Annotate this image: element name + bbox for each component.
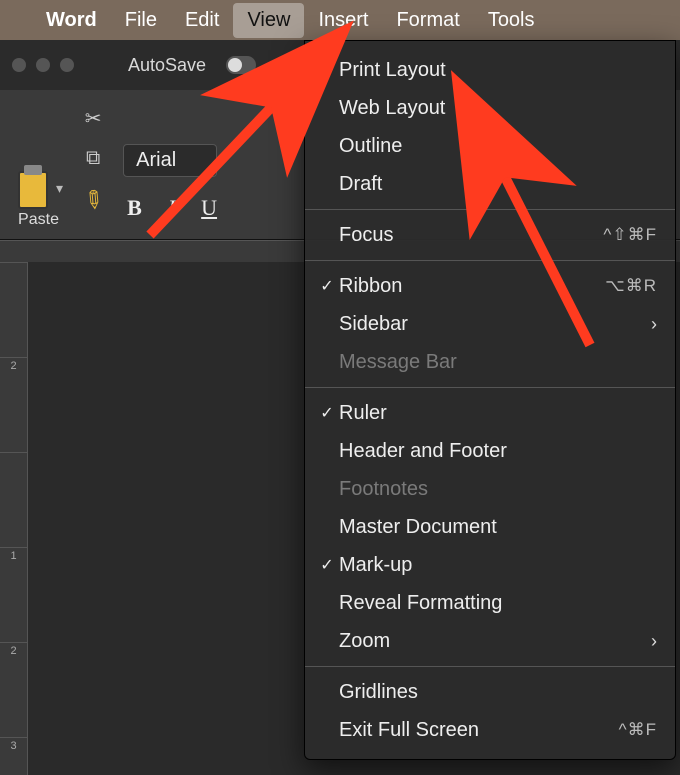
menu-item-ruler[interactable]: ✓Ruler [305, 394, 675, 432]
chevron-right-icon: › [651, 314, 657, 335]
menu-separator [305, 209, 675, 210]
menu-shortcut: ^⇧⌘F [603, 225, 657, 245]
menu-item-message-bar: Message Bar [305, 343, 675, 381]
close-icon[interactable] [12, 58, 26, 72]
menu-app[interactable]: Word [32, 3, 111, 38]
paste-group: ▾ Paste [14, 165, 63, 229]
menu-item-focus[interactable]: Focus^⇧⌘F [305, 216, 675, 254]
autosave-toggle[interactable] [226, 56, 256, 74]
menu-item-label: Sidebar [339, 313, 651, 336]
chevron-down-icon[interactable]: ▾ [56, 180, 63, 197]
menu-separator [305, 666, 675, 667]
check-icon: ✓ [315, 276, 339, 296]
menu-item-label: Ribbon [339, 275, 605, 298]
menu-item-ribbon[interactable]: ✓Ribbon⌥⌘R [305, 267, 675, 305]
menu-item-label: Exit Full Screen [339, 719, 619, 742]
chevron-right-icon: › [651, 631, 657, 652]
menu-item-master-document[interactable]: Master Document [305, 508, 675, 546]
menu-item-label: Message Bar [339, 351, 657, 374]
underline-button[interactable]: U [201, 195, 217, 221]
zoom-icon[interactable] [60, 58, 74, 72]
clipboard-side-icons: ✂ ⧉ ✎ [83, 106, 103, 215]
menu-item-mark-up[interactable]: ✓Mark-up [305, 546, 675, 584]
minimize-icon[interactable] [36, 58, 50, 72]
check-icon: ✓ [315, 60, 339, 80]
view-menu-dropdown: ✓Print LayoutWeb LayoutOutlineDraftFocus… [304, 40, 676, 760]
menu-item-label: Ruler [339, 402, 657, 425]
ruler-tick [0, 452, 27, 547]
menu-item-sidebar[interactable]: Sidebar› [305, 305, 675, 343]
menu-item-draft[interactable]: Draft [305, 165, 675, 203]
font-group: Arial B I U [123, 144, 217, 221]
traffic-lights [12, 58, 74, 72]
menu-item-web-layout[interactable]: Web Layout [305, 89, 675, 127]
paste-icon[interactable] [14, 165, 52, 211]
cut-icon[interactable]: ✂ [85, 106, 102, 131]
menu-item-label: Gridlines [339, 681, 657, 704]
menu-insert[interactable]: Insert [304, 3, 382, 38]
menu-item-reveal-formatting[interactable]: Reveal Formatting [305, 584, 675, 622]
ruler-tick: 2 [0, 642, 27, 737]
menu-item-label: Web Layout [339, 97, 657, 120]
menu-item-label: Reveal Formatting [339, 592, 657, 615]
menu-shortcut: ^⌘F [619, 720, 657, 740]
font-name-select[interactable]: Arial [123, 144, 217, 177]
copy-icon[interactable]: ⧉ [86, 147, 100, 170]
menu-item-label: Outline [339, 135, 657, 158]
menu-tools[interactable]: Tools [474, 3, 549, 38]
menu-item-header-and-footer[interactable]: Header and Footer [305, 432, 675, 470]
menu-item-label: Focus [339, 224, 603, 247]
menu-item-label: Draft [339, 173, 657, 196]
menu-item-label: Master Document [339, 516, 657, 539]
bold-button[interactable]: B [127, 195, 142, 221]
menubar: Word File Edit View Insert Format Tools [0, 0, 680, 40]
ruler-tick: 1 [0, 547, 27, 642]
menu-item-label: Print Layout [339, 59, 657, 82]
menu-file[interactable]: File [111, 3, 171, 38]
menu-item-label: Zoom [339, 630, 651, 653]
ruler-tick: 3 [0, 737, 27, 775]
menu-item-outline[interactable]: Outline [305, 127, 675, 165]
menu-item-zoom[interactable]: Zoom› [305, 622, 675, 660]
format-painter-icon[interactable]: ✎ [76, 183, 110, 218]
menu-item-footnotes: Footnotes [305, 470, 675, 508]
menu-shortcut: ⌥⌘R [605, 276, 657, 296]
menu-item-label: Footnotes [339, 478, 657, 501]
menu-item-print-layout[interactable]: ✓Print Layout [305, 51, 675, 89]
check-icon: ✓ [315, 555, 339, 575]
check-icon: ✓ [315, 403, 339, 423]
paste-label: Paste [18, 211, 59, 229]
menu-separator [305, 387, 675, 388]
ruler-vertical[interactable]: 2 1 2 3 4 [0, 262, 28, 775]
autosave-label: AutoSave [128, 55, 206, 76]
menu-view[interactable]: View [233, 3, 304, 38]
menu-format[interactable]: Format [382, 3, 473, 38]
menu-item-label: Header and Footer [339, 440, 657, 463]
menu-item-label: Mark-up [339, 554, 657, 577]
menu-edit[interactable]: Edit [171, 3, 233, 38]
menu-item-gridlines[interactable]: Gridlines [305, 673, 675, 711]
italic-button[interactable]: I [168, 195, 175, 221]
ruler-tick: 2 [0, 357, 27, 452]
ruler-tick [0, 262, 27, 357]
menu-separator [305, 260, 675, 261]
menu-item-exit-full-screen[interactable]: Exit Full Screen^⌘F [305, 711, 675, 749]
